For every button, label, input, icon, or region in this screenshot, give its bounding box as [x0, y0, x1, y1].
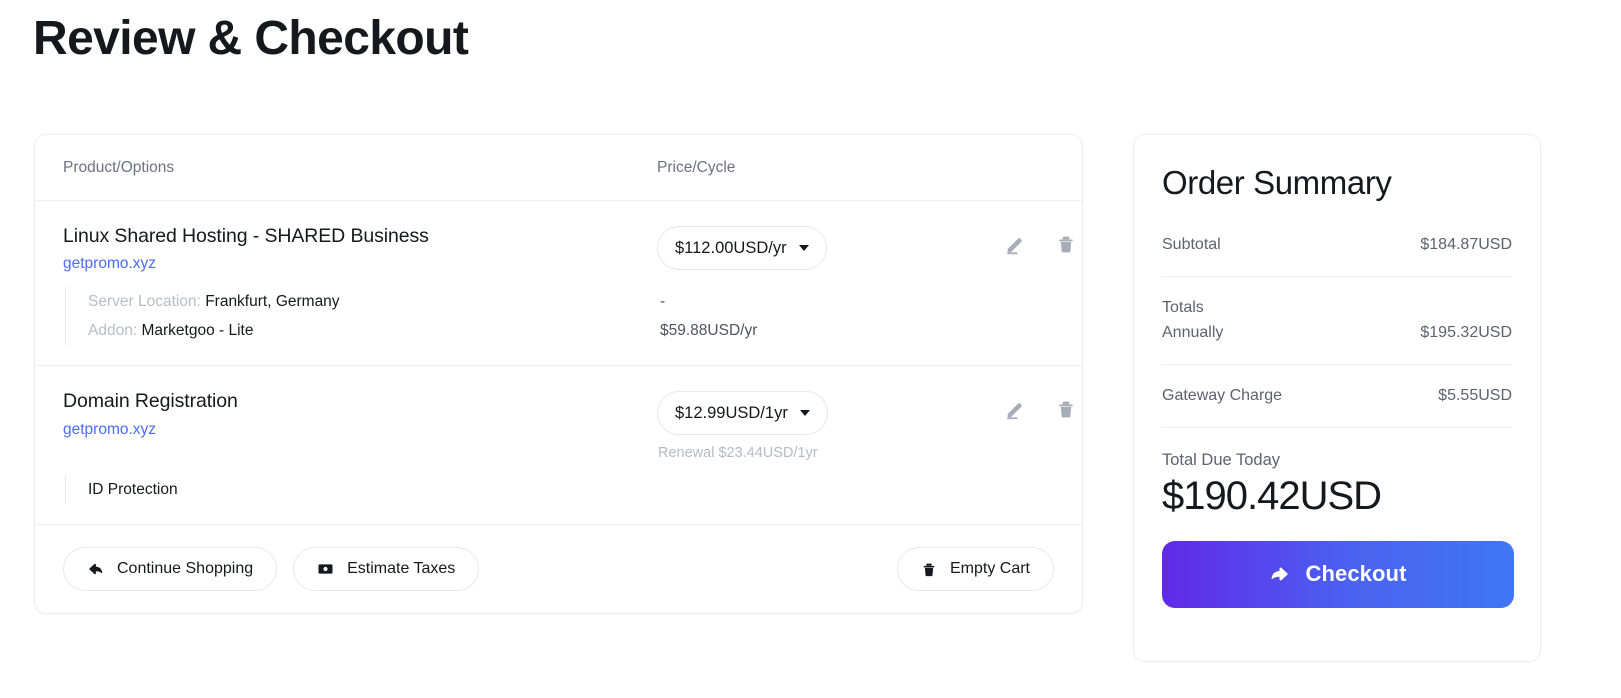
cart-item-name: Linux Shared Hosting - SHARED Business — [63, 225, 429, 247]
cart-item-actions — [957, 388, 1076, 420]
column-header-price: Price/Cycle — [657, 159, 957, 177]
price-cycle-value: $12.99USD/1yr — [675, 403, 788, 422]
subtotal-label: Subtotal — [1162, 235, 1221, 253]
price-cycle-dropdown[interactable]: $12.99USD/1yr — [657, 391, 828, 436]
delete-item-button[interactable] — [1056, 233, 1076, 255]
pencil-icon — [1007, 238, 1022, 255]
checkout-button[interactable]: Checkout — [1162, 540, 1514, 608]
checkout-label: Checkout — [1305, 561, 1407, 587]
price-cycle-dropdown[interactable]: $112.00USD/yr — [657, 226, 827, 270]
cart-item-options: ID Protection — [65, 475, 1054, 505]
subtotal-value: $184.87USD — [1420, 235, 1512, 253]
column-header-product-label: Product/Options — [63, 158, 175, 176]
summary-row-subtotal: Subtotal $184.87USD — [1162, 236, 1512, 277]
cart-item-main: Domain Registration getpromo.xyz $12.99U… — [63, 388, 1073, 461]
chevron-down-icon — [799, 410, 810, 417]
money-bill-icon — [318, 564, 333, 574]
cart-card: Product/Options Price/Cycle Linux Shared… — [34, 134, 1083, 615]
annually-label: Annually — [1162, 323, 1224, 341]
cart-item-options: Server Location: Frankfurt, Germany - Ad… — [65, 287, 1054, 346]
cart-footer: Continue Shopping Estimate Taxes Empty C… — [35, 525, 1082, 613]
summary-row-totals: Totals Annually $195.32USD — [1162, 277, 1512, 365]
arrow-right-icon — [1272, 567, 1289, 581]
empty-cart-label: Empty Cart — [949, 560, 1030, 578]
order-summary-card: Order Summary Subtotal $184.87USD Totals… — [1133, 134, 1541, 662]
order-summary-title: Order Summary — [1162, 164, 1392, 201]
table-row: Domain Registration getpromo.xyz $12.99U… — [35, 366, 1082, 526]
continue-shopping-label: Continue Shopping — [117, 560, 254, 578]
list-item: ID Protection — [88, 475, 1054, 504]
delete-item-button[interactable] — [1056, 398, 1076, 420]
option-value: ID Protection — [88, 480, 178, 498]
list-item: Server Location: Frankfurt, Germany - — [88, 287, 1054, 316]
option-value: Marketgoo - Lite — [141, 321, 254, 339]
page-title: Review & Checkout — [33, 12, 469, 65]
cart-item-price-cell: $112.00USD/yr — [657, 223, 957, 270]
cart-item-product: Linux Shared Hosting - SHARED Business g… — [63, 223, 657, 273]
option-price: - — [660, 292, 666, 310]
cart-item-main: Linux Shared Hosting - SHARED Business g… — [63, 223, 1073, 273]
cart-item-name: Domain Registration — [63, 390, 238, 413]
option-label: ID Protection — [88, 481, 660, 499]
renewal-note: Renewal $23.44USD/1yr — [658, 445, 818, 462]
cart-item-product: Domain Registration getpromo.xyz — [63, 388, 657, 438]
edit-item-button[interactable] — [1004, 233, 1026, 255]
cart-item-price-cell: $12.99USD/1yr Renewal $23.44USD/1yr — [657, 388, 957, 461]
trash-icon — [923, 563, 935, 576]
gateway-charge-value: $5.55USD — [1438, 386, 1512, 404]
option-label: Server Location: Frankfurt, Germany — [88, 293, 660, 311]
column-header-product: Product/Options — [63, 159, 657, 177]
estimate-taxes-label: Estimate Taxes — [347, 560, 456, 578]
trash-icon — [1059, 401, 1073, 418]
annually-value: $195.32USD — [1420, 323, 1512, 341]
option-label: Addon: Marketgoo - Lite — [88, 322, 660, 340]
price-cycle-value: $112.00USD/yr — [675, 238, 787, 257]
checkout-page: Review & Checkout Product/Options Price/… — [0, 0, 1621, 698]
total-due-label: Total Due Today — [1162, 450, 1281, 469]
cart-item-actions — [957, 223, 1076, 255]
cart-table-header: Product/Options Price/Cycle — [35, 135, 1082, 201]
totals-label: Totals — [1162, 298, 1204, 316]
option-price: $59.88USD/yr — [660, 321, 758, 339]
estimate-taxes-button[interactable]: Estimate Taxes — [293, 547, 480, 592]
continue-shopping-button[interactable]: Continue Shopping — [63, 547, 278, 592]
arrow-left-icon — [89, 564, 103, 575]
chevron-down-icon — [798, 245, 809, 251]
column-header-price-label: Price/Cycle — [657, 158, 736, 176]
empty-cart-button[interactable]: Empty Cart — [896, 547, 1054, 592]
totals-annually-line: Annually $195.32USD — [1162, 324, 1512, 342]
trash-icon — [1059, 236, 1073, 253]
table-row: Linux Shared Hosting - SHARED Business g… — [35, 201, 1082, 367]
pencil-icon — [1007, 403, 1022, 420]
option-key: Addon: — [88, 321, 138, 339]
option-value: Frankfurt, Germany — [205, 292, 340, 310]
summary-total-due: Total Due Today $190.42USD — [1162, 428, 1512, 520]
cart-item-domain-link[interactable]: getpromo.xyz — [63, 255, 657, 273]
list-item: Addon: Marketgoo - Lite $59.88USD/yr — [88, 316, 1054, 345]
edit-item-button[interactable] — [1004, 398, 1026, 420]
option-key: Server Location: — [88, 292, 201, 310]
cart-item-domain-link[interactable]: getpromo.xyz — [63, 421, 657, 439]
gateway-charge-label: Gateway Charge — [1162, 386, 1283, 404]
total-due-value: $190.42USD — [1162, 473, 1382, 518]
summary-row-gateway-charge: Gateway Charge $5.55USD — [1162, 365, 1512, 428]
